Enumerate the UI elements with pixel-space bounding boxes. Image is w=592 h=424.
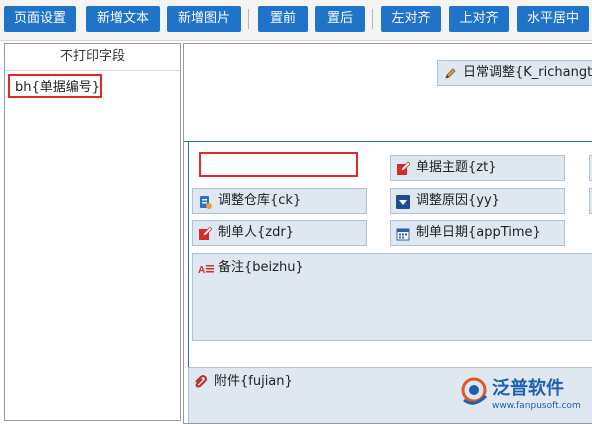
new-image-button[interactable]: 新增图片 [167,6,241,32]
field-label: 制单日期{appTime} [416,225,541,240]
align-top-button[interactable]: 上对齐 [449,6,509,32]
toolbar-separator [372,9,373,29]
field-item-bh[interactable]: bh{单据编号} [8,74,102,98]
field-label: 制单人{zdr} [218,225,294,240]
bring-front-button[interactable]: 置前 [258,6,308,32]
field-label: 调整仓库{ck} [218,193,302,208]
text-lines-icon: A [198,261,214,276]
design-canvas[interactable]: 日常调整{K_richangtia 单据主题{zt} 调整仓库{ck} 调整原因… [183,43,592,424]
dropdown-icon [396,194,410,209]
calendar-icon [396,226,410,241]
guide-line [184,141,592,142]
edit-icon [198,226,213,240]
center-horizontal-button[interactable]: 水平居中 [517,6,589,32]
field-label: 附件{fujian} [214,374,293,389]
toolbar-separator [248,9,249,29]
send-back-button[interactable]: 置后 [315,6,365,32]
field-remark[interactable]: A 备注{beizhu} [192,253,592,341]
brand-name: 泛普软件 [492,377,564,399]
field-label: 单据主题{zt} [416,160,497,175]
new-text-button[interactable]: 新增文本 [86,6,160,32]
field-reason[interactable]: 调整原因{yy} [390,188,565,214]
toolbar: 页面设置 新增文本 新增图片 置前 置后 左对齐 上对齐 水平居中 [0,0,592,41]
field-subject[interactable]: 单据主题{zt} [390,155,565,181]
non-print-fields-panel: 不打印字段 bh{单据编号} [4,43,181,421]
warehouse-icon [198,194,212,209]
align-left-button[interactable]: 左对齐 [381,6,441,32]
panel-title: 不打印字段 [5,44,180,71]
field-date[interactable]: 制单日期{appTime} [390,220,565,246]
field-warehouse[interactable]: 调整仓库{ck} [192,188,367,214]
svg-text:A: A [198,265,205,276]
selection-box[interactable] [199,152,358,177]
page-setup-button[interactable]: 页面设置 [4,6,76,32]
paperclip-icon [194,373,208,388]
edit-icon [396,161,411,175]
brand-url: www.fanpusoft.com [492,401,581,411]
field-label: 备注{beizhu} [218,260,304,275]
pencil-icon [443,66,457,80]
field-label: 调整原因{yy} [416,193,500,208]
field-title[interactable]: 日常调整{K_richangtia [437,60,592,86]
fanpusoft-logo: 泛普软件 www.fanpusoft.com [458,374,588,414]
field-creator[interactable]: 制单人{zdr} [192,220,367,246]
field-label: 日常调整{K_richangtia [463,65,592,80]
